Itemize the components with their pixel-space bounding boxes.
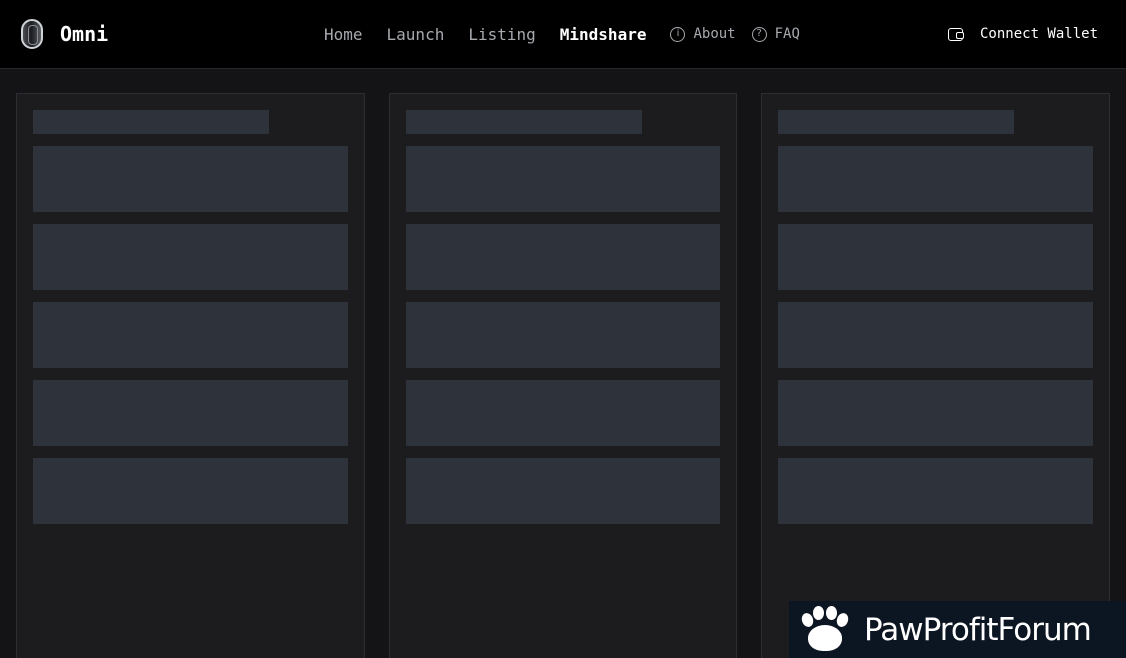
skeleton-row [33, 380, 348, 446]
question-circle-icon: ? [751, 26, 767, 42]
info-circle-icon: i [670, 26, 686, 42]
skeleton-row [406, 380, 720, 446]
paw-icon [793, 601, 853, 658]
brand[interactable]: Omni [21, 18, 108, 50]
nav-faq-label: FAQ [774, 26, 800, 42]
mindshare-column-3 [761, 93, 1110, 658]
skeleton-title [778, 110, 1014, 134]
brand-name: Omni [60, 22, 109, 46]
nav-launch[interactable]: Launch [387, 25, 445, 44]
watermark-badge: PawProfitForum [789, 601, 1126, 658]
skeleton-row [406, 146, 720, 212]
skeleton-row [33, 224, 348, 290]
nav-home[interactable]: Home [324, 25, 363, 44]
nav-listing[interactable]: Listing [468, 25, 535, 44]
skeleton-row [33, 458, 348, 524]
skeleton-row [33, 302, 348, 368]
skeleton-row [406, 224, 720, 290]
skeleton-row [406, 458, 720, 524]
skeleton-title [406, 110, 642, 134]
mindshare-column-1 [16, 93, 365, 658]
skeleton-row [33, 146, 348, 212]
main-nav: Home Launch Listing Mindshare i About ? … [324, 22, 800, 46]
skeleton-row [778, 458, 1093, 524]
nav-about-label: About [693, 26, 736, 42]
skeleton-row [778, 380, 1093, 446]
mindshare-column-2 [389, 93, 737, 658]
skeleton-row [778, 146, 1093, 212]
nav-mindshare[interactable]: Mindshare [560, 25, 647, 44]
skeleton-row [778, 302, 1093, 368]
wallet-icon [948, 27, 964, 41]
watermark-text: PawProfitForum [864, 611, 1092, 648]
connect-wallet-button[interactable]: Connect Wallet [948, 22, 1098, 46]
skeleton-row [778, 224, 1093, 290]
skeleton-row [406, 302, 720, 368]
omni-logo-icon [21, 19, 43, 49]
connect-wallet-label: Connect Wallet [980, 26, 1099, 42]
nav-about[interactable]: i About [670, 26, 736, 42]
top-navbar: Omni Home Launch Listing Mindshare i Abo… [0, 0, 1126, 69]
nav-faq[interactable]: ? FAQ [751, 26, 800, 42]
skeleton-title [33, 110, 269, 134]
